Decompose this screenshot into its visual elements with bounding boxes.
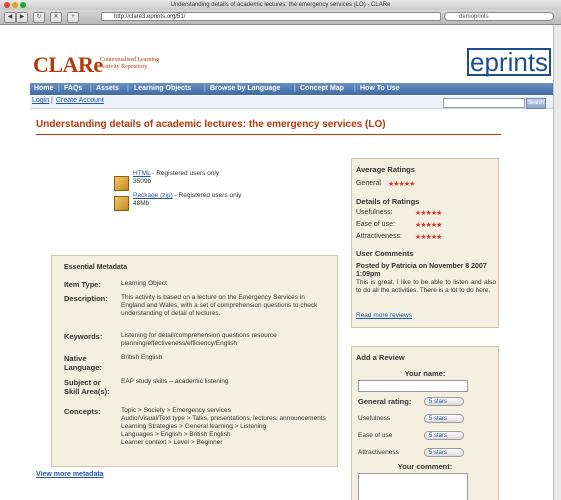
nav-separator: | [354, 85, 356, 92]
general-rating-field-label: General rating: [358, 397, 412, 406]
ease-label: Ease of use: [356, 221, 395, 228]
address-bar[interactable]: http://clare3.eprints.org/51/ [101, 12, 441, 21]
download-html-link[interactable]: HTML [133, 170, 150, 177]
metadata-value: Topic > Society > Emergency services Aud… [121, 407, 326, 446]
ease-stars: ★★★★★ [415, 222, 442, 229]
browser-toolbar: ◀ ▶ ↻ ✕ + http://clare3.eprints.org/51/ … [0, 10, 561, 25]
logo-subtitle-line-1: Contextualised Learning [100, 57, 160, 63]
attract-label: Attractiveness: [356, 233, 402, 240]
usefulness-stars: ★★★★★ [415, 210, 442, 217]
general-rating-stars: ★★★★★ [388, 181, 415, 188]
average-ratings-heading: Average Ratings [356, 165, 415, 174]
package-icon [114, 196, 129, 211]
read-more-reviews-link[interactable]: Read more reviews [356, 312, 412, 319]
browser-search-field[interactable]: demoprints [444, 12, 554, 21]
your-name-label: Your name: [404, 369, 446, 378]
site-search-button[interactable]: Search [526, 98, 546, 109]
usefulness-field-label: Usefulness [358, 415, 391, 422]
metadata-key: Description: [64, 294, 108, 303]
metadata-key: Native Language: [64, 354, 102, 372]
metadata-value: British English [121, 354, 163, 361]
create-account-link[interactable]: Create Account [56, 97, 104, 104]
your-name-input[interactable] [358, 380, 468, 392]
comment-author: Posted by Patricia on November 8 2007 1:… [356, 263, 487, 278]
nav-learning-objects[interactable]: Learning Objects [134, 83, 191, 95]
login-link[interactable]: Login [32, 97, 49, 104]
attract-stars: ★★★★★ [415, 234, 442, 241]
eprints-logo-text: eprints [467, 48, 552, 76]
general-rating-select[interactable]: 5 stars [424, 397, 464, 406]
forward-icon[interactable]: ▶ [16, 12, 28, 23]
user-comments-heading: User Comments [356, 249, 414, 258]
download-html-note: - Registered users only [150, 170, 220, 177]
your-comment-label: Your comment: [397, 462, 453, 471]
ease-select[interactable]: 5 stars [424, 431, 464, 440]
eprints-logo[interactable]: eprints [467, 47, 552, 78]
stop-icon[interactable]: ✕ [50, 12, 62, 23]
metadata-key: Item Type: [64, 280, 101, 289]
page-title: Understanding details of academic lectur… [36, 119, 386, 130]
your-comment-textarea[interactable] [358, 473, 468, 500]
nav-concept-map[interactable]: Concept Map [300, 83, 344, 95]
download-package-note: - Registered users only [172, 192, 242, 199]
usefulness-select[interactable]: 5 stars [424, 414, 464, 423]
title-divider [36, 134, 501, 135]
usefulness-label: Usefulness: [356, 209, 393, 216]
attract-select[interactable]: 5 stars [424, 448, 464, 457]
add-review-heading: Add a Review [356, 353, 405, 362]
nav-how-to-use[interactable]: How To Use [360, 83, 400, 95]
nav-faqs[interactable]: FAQs [64, 83, 82, 95]
general-rating-label: General [356, 180, 381, 187]
window-titlebar: Understanding details of academic lectur… [0, 0, 561, 10]
ease-field-label: Ease of use [358, 432, 393, 439]
nav-separator: | [90, 85, 92, 92]
download-package: Package (zip) - Registered users only 48… [133, 192, 241, 208]
comment-text: This is great. I like to be able to list… [356, 279, 496, 294]
nav-separator: | [127, 85, 129, 92]
download-html: HTML - Registered users only 3509b [133, 170, 219, 186]
metadata-key: Subject or Skill Area(s): [64, 378, 110, 396]
window-title: Understanding details of academic lectur… [170, 2, 391, 8]
view-more-metadata-link[interactable]: View more metadata [36, 471, 104, 478]
download-html-size: 3509b [133, 178, 152, 185]
nav-assets[interactable]: Assets [96, 83, 119, 95]
close-window-icon[interactable] [4, 2, 10, 8]
logo-subtitle: Contextualised Learning Activity Reposit… [100, 57, 159, 71]
add-bookmark-icon[interactable]: + [67, 12, 79, 23]
add-review-panel: Add a Review Your name: General rating: … [351, 346, 499, 500]
metadata-key: Keywords: [64, 332, 103, 341]
site-search-input[interactable] [443, 98, 525, 108]
logo-subtitle-line-2: Activity Repository [100, 64, 148, 70]
back-icon[interactable]: ◀ [4, 12, 16, 23]
metadata-key: Concepts: [64, 407, 101, 416]
metadata-value: Listening for detail/comprehension quest… [121, 332, 277, 347]
main-nav: Home | FAQs | Assets | Learning Objects … [30, 83, 561, 95]
subnav-separator: | [51, 97, 53, 104]
nav-home[interactable]: Home [34, 83, 53, 95]
metadata-value: EAP study skills -- academic listening [121, 378, 229, 385]
clare-logo[interactable]: CLARe [33, 52, 103, 78]
download-package-size: 48Mb [133, 200, 150, 207]
metadata-value: Learning Object [121, 280, 167, 287]
nav-browse-by-language[interactable]: Browse by Language [210, 83, 280, 95]
nav-separator: | [294, 85, 296, 92]
essential-metadata-panel: Essential Metadata Item Type: Learning O… [51, 255, 338, 467]
details-ratings-heading: Details of Ratings [356, 197, 420, 206]
package-icon [114, 176, 129, 191]
attract-field-label: Attractiveness [358, 449, 399, 456]
zoom-window-icon[interactable] [20, 2, 26, 8]
nav-separator: | [204, 85, 206, 92]
reload-icon[interactable]: ↻ [33, 12, 45, 23]
metadata-heading: Essential Metadata [64, 264, 128, 271]
download-package-link[interactable]: Package (zip) [133, 192, 173, 199]
minimize-window-icon[interactable] [12, 2, 18, 8]
metadata-value: This activity is based on a lecture on t… [121, 294, 318, 317]
vertical-scrollbar[interactable] [553, 25, 561, 500]
browser-window: Understanding details of academic lectur… [0, 0, 561, 500]
nav-separator: | [58, 85, 60, 92]
ratings-panel: Average Ratings General ★★★★★ Details of… [351, 158, 499, 328]
